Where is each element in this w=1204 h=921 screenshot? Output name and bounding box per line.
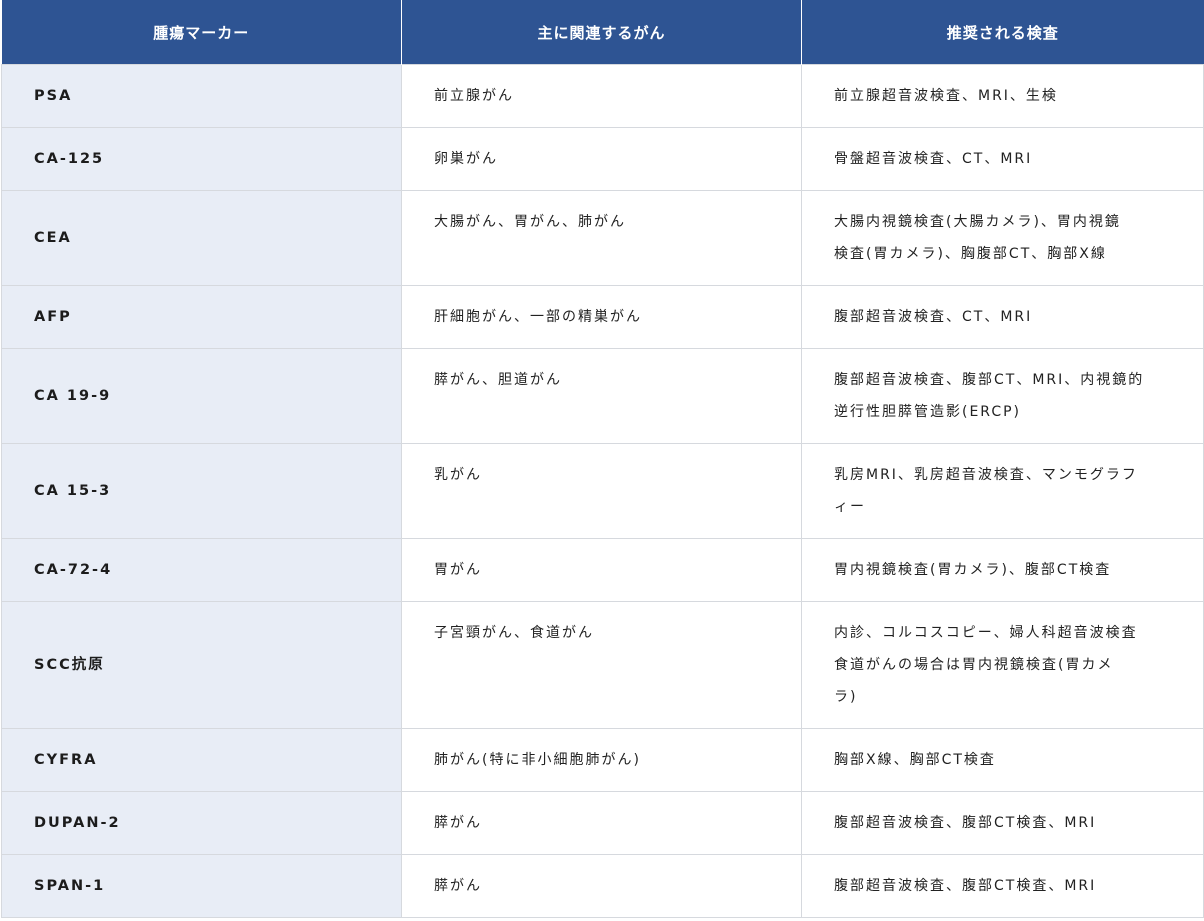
cancer-cell: 乳がん [401, 443, 802, 539]
table-header-row: 腫瘍マーカー 主に関連するがん 推奨される検査 [1, 0, 1204, 65]
tests-line: 腹部超音波検査、CT、MRI [834, 309, 1033, 325]
cancer-cell: 大腸がん、胃がん、肺がん [401, 190, 802, 286]
table-row: CA-125 卵巣がん 骨盤超音波検査、CT、MRI [1, 127, 1204, 191]
tests-line: 逆行性胆膵管造影(ERCP) [834, 404, 1022, 420]
tests-line: 胃内視鏡検査(胃カメラ)、腹部CT検査 [834, 562, 1112, 578]
cancer-cell: 子宮頸がん、食道がん [401, 601, 802, 729]
cancer-cell: 卵巣がん [401, 127, 802, 191]
tests-cell: 前立腺超音波検査、MRI、生検 [801, 64, 1204, 128]
table-row: CA-72-4 胃がん 胃内視鏡検査(胃カメラ)、腹部CT検査 [1, 538, 1204, 602]
marker-cell: DUPAN-2 [1, 791, 402, 855]
table-row: CA 15-3 乳がん 乳房MRI、乳房超音波検査、マンモグラフ ィー [1, 443, 1204, 539]
header-cancer: 主に関連するがん [401, 0, 802, 65]
table-row: CYFRA 肺がん(特に非小細胞肺がん) 胸部X線、胸部CT検査 [1, 728, 1204, 792]
tests-cell: 胃内視鏡検査(胃カメラ)、腹部CT検査 [801, 538, 1204, 602]
header-tests: 推奨される検査 [801, 0, 1204, 65]
marker-cell: PSA [1, 64, 402, 128]
table-row: AFP 肝細胞がん、一部の精巣がん 腹部超音波検査、CT、MRI [1, 285, 1204, 349]
tests-line: 腹部超音波検査、腹部CT検査、MRI [834, 878, 1097, 894]
marker-cell: AFP [1, 285, 402, 349]
tests-cell: 骨盤超音波検査、CT、MRI [801, 127, 1204, 191]
tests-cell: 内診、コルコスコピー、婦人科超音波検査 食道がんの場合は胃内視鏡検査(胃カメ ラ… [801, 601, 1204, 729]
cancer-cell: 肝細胞がん、一部の精巣がん [401, 285, 802, 349]
tests-line: 食道がんの場合は胃内視鏡検査(胃カメ [834, 657, 1114, 673]
tests-cell: 腹部超音波検査、腹部CT、MRI、内視鏡的 逆行性胆膵管造影(ERCP) [801, 348, 1204, 444]
table-row: SPAN-1 膵がん 腹部超音波検査、腹部CT検査、MRI [1, 854, 1204, 918]
tests-line: 乳房MRI、乳房超音波検査、マンモグラフ [834, 467, 1138, 483]
tests-line: 腹部超音波検査、腹部CT検査、MRI [834, 815, 1097, 831]
tumor-marker-table: 腫瘍マーカー 主に関連するがん 推奨される検査 PSA 前立腺がん 前立腺超音波… [1, 0, 1204, 918]
tests-line: 腹部超音波検査、腹部CT、MRI、内視鏡的 [834, 372, 1145, 388]
marker-cell: CA-72-4 [1, 538, 402, 602]
header-marker: 腫瘍マーカー [1, 0, 402, 65]
cancer-cell: 膵がん [401, 791, 802, 855]
table-row: DUPAN-2 膵がん 腹部超音波検査、腹部CT検査、MRI [1, 791, 1204, 855]
table-row: CA 19-9 膵がん、胆道がん 腹部超音波検査、腹部CT、MRI、内視鏡的 逆… [1, 348, 1204, 444]
marker-cell: CA 19-9 [1, 348, 402, 444]
marker-cell: CYFRA [1, 728, 402, 792]
tests-cell: 胸部X線、胸部CT検査 [801, 728, 1204, 792]
tests-cell: 大腸内視鏡検査(大腸カメラ)、胃内視鏡 検査(胃カメラ)、胸腹部CT、胸部X線 [801, 190, 1204, 286]
tests-line: ラ) [834, 689, 858, 705]
cancer-cell: 膵がん [401, 854, 802, 918]
tests-cell: 腹部超音波検査、CT、MRI [801, 285, 1204, 349]
tests-line: 胸部X線、胸部CT検査 [834, 752, 996, 768]
cancer-cell: 胃がん [401, 538, 802, 602]
tests-cell: 乳房MRI、乳房超音波検査、マンモグラフ ィー [801, 443, 1204, 539]
marker-cell: SPAN-1 [1, 854, 402, 918]
table-row: SCC抗原 子宮頸がん、食道がん 内診、コルコスコピー、婦人科超音波検査 食道が… [1, 601, 1204, 729]
cancer-cell: 膵がん、胆道がん [401, 348, 802, 444]
tests-line: 検査(胃カメラ)、胸腹部CT、胸部X線 [834, 246, 1107, 262]
tests-cell: 腹部超音波検査、腹部CT検査、MRI [801, 791, 1204, 855]
tests-line: 内診、コルコスコピー、婦人科超音波検査 [834, 625, 1138, 641]
tests-cell: 腹部超音波検査、腹部CT検査、MRI [801, 854, 1204, 918]
tests-line: 大腸内視鏡検査(大腸カメラ)、胃内視鏡 [834, 214, 1121, 230]
marker-cell: SCC抗原 [1, 601, 402, 729]
marker-cell: CA 15-3 [1, 443, 402, 539]
marker-cell: CA-125 [1, 127, 402, 191]
marker-cell: CEA [1, 190, 402, 286]
tests-line: 前立腺超音波検査、MRI、生検 [834, 88, 1058, 104]
cancer-cell: 前立腺がん [401, 64, 802, 128]
cancer-cell: 肺がん(特に非小細胞肺がん) [401, 728, 802, 792]
table-row: CEA 大腸がん、胃がん、肺がん 大腸内視鏡検査(大腸カメラ)、胃内視鏡 検査(… [1, 190, 1204, 286]
table-row: PSA 前立腺がん 前立腺超音波検査、MRI、生検 [1, 64, 1204, 128]
tests-line: ィー [834, 499, 866, 515]
tests-line: 骨盤超音波検査、CT、MRI [834, 151, 1033, 167]
